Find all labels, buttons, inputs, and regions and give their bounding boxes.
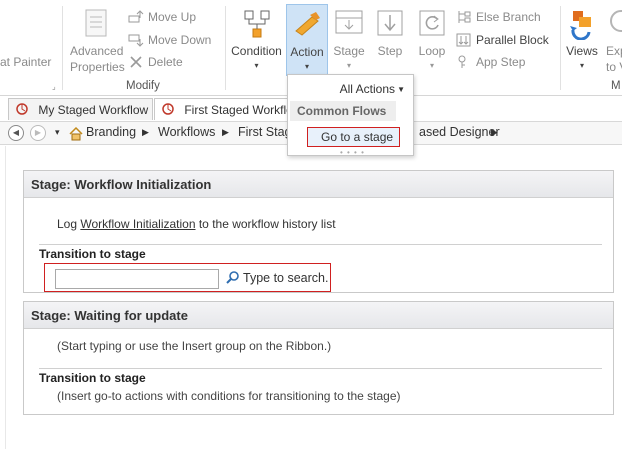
stage-workflow-initialization: Stage: Workflow Initialization Log Workf… — [23, 170, 614, 293]
group-label-partial: M — [611, 80, 621, 92]
chevron-right-icon: ▶ — [142, 127, 149, 137]
tab-first-staged-workflow[interactable]: First Staged Workflo — [154, 98, 294, 120]
delete-icon — [130, 56, 142, 68]
step-button[interactable]: Step — [372, 4, 408, 76]
search-icon[interactable] — [226, 271, 240, 285]
search-frame: Type to search. — [44, 263, 331, 292]
back-button[interactable]: ◀ — [8, 125, 24, 141]
chevron-down-icon: ▾ — [579, 61, 584, 70]
move-up-button[interactable]: Move Up — [128, 8, 196, 26]
move-down-icon — [128, 34, 144, 47]
views-label: Views — [566, 44, 598, 58]
tab-my-staged-workflow[interactable]: My Staged Workflow — [8, 98, 153, 120]
stage-waiting-for-update: Stage: Waiting for update (Start typing … — [23, 301, 614, 415]
advanced-label: Advanced — [70, 44, 124, 58]
views-button[interactable]: Views ▾ — [563, 4, 601, 76]
action-dropdown-menu: All Actions ▼ Common Flows Go to a stage… — [287, 74, 414, 157]
action-icon — [295, 12, 320, 36]
step-label: Step — [377, 44, 403, 58]
stage-title[interactable]: Stage: Workflow Initialization — [24, 171, 613, 198]
group-label-modify: Modify — [126, 80, 160, 92]
export-icon — [610, 10, 622, 32]
action-label: Action — [290, 45, 324, 59]
condition-label: Condition — [231, 44, 282, 58]
all-actions-menu[interactable]: All Actions — [340, 82, 395, 96]
else-branch-icon — [458, 11, 471, 23]
views-icon — [570, 11, 591, 40]
breadcrumb-branding[interactable]: Branding — [86, 125, 136, 139]
chevron-right-icon: ▶ — [222, 127, 229, 137]
parallel-block-button[interactable]: Parallel Block — [456, 31, 549, 49]
format-painter-button[interactable]: at Painter — [0, 55, 51, 69]
chevron-down-icon: ▾ — [346, 61, 351, 70]
step-icon — [377, 10, 403, 36]
advanced-properties-button[interactable]: Advanced Properties — [67, 4, 125, 76]
export-button[interactable]: Exp to V — [603, 4, 622, 76]
log-message-link[interactable]: Workflow Initialization — [80, 217, 195, 231]
caret-down-icon[interactable]: ▼ — [397, 85, 405, 94]
dialog-launcher-icon[interactable]: ⌟ — [52, 82, 56, 91]
breadcrumb-designer[interactable]: ased Designer — [419, 125, 500, 139]
workflow-icon — [162, 103, 174, 115]
forward-button[interactable]: ▶ — [30, 125, 46, 141]
tab-label: First Staged Workflo — [184, 103, 293, 117]
chevron-down-icon: ▾ — [304, 62, 309, 71]
stage-hint[interactable]: (Start typing or use the Insert group on… — [57, 339, 331, 353]
tab-label: My Staged Workflow — [38, 103, 149, 117]
key-icon — [458, 55, 466, 68]
stage-icon — [335, 10, 363, 34]
condition-icon — [244, 10, 269, 38]
export-label-1: Exp — [606, 44, 622, 58]
condition-button[interactable]: Condition ▾ — [228, 4, 285, 76]
stage-title[interactable]: Stage: Waiting for update — [24, 302, 613, 329]
stage-label: Stage — [333, 44, 365, 58]
breadcrumb-workflows[interactable]: Workflows — [158, 125, 215, 139]
chevron-down-icon: ▾ — [254, 61, 259, 70]
loop-button[interactable]: Loop ▾ — [412, 4, 452, 76]
home-icon — [69, 126, 83, 141]
stage-button[interactable]: Stage ▾ — [330, 4, 368, 76]
export-label-2: to V — [606, 60, 622, 74]
search-hint: Type to search. — [243, 271, 329, 285]
log-action[interactable]: Log Workflow Initialization to the workf… — [57, 217, 336, 231]
else-branch-button[interactable]: Else Branch — [456, 8, 541, 26]
transition-hint[interactable]: (Insert go-to actions with conditions fo… — [57, 389, 401, 403]
move-up-icon — [128, 10, 144, 23]
resize-grip-icon[interactable]: • • • • — [340, 148, 365, 157]
transition-label: Transition to stage — [39, 247, 146, 261]
breadcrumb-first-staged[interactable]: First Stag — [238, 125, 292, 139]
chevron-down-icon: ▾ — [429, 61, 434, 70]
delete-button[interactable]: Delete — [128, 53, 183, 71]
action-button[interactable]: Action ▾ — [286, 4, 328, 76]
chevron-down-icon[interactable]: ▾ — [55, 127, 60, 138]
search-input[interactable] — [55, 269, 219, 289]
chevron-right-icon: ▶ — [491, 127, 498, 137]
properties-label: Properties — [70, 60, 125, 74]
properties-icon — [85, 9, 107, 37]
menu-item-go-to-stage[interactable]: Go to a stage — [307, 127, 400, 147]
menu-category-common-flows: Common Flows — [290, 101, 396, 121]
loop-icon — [419, 10, 445, 36]
workflow-icon — [16, 103, 28, 115]
move-down-button[interactable]: Move Down — [128, 31, 211, 49]
loop-label: Loop — [418, 44, 446, 58]
parallel-block-icon — [456, 33, 471, 47]
app-step-button[interactable]: App Step — [456, 53, 525, 71]
transition-label: Transition to stage — [39, 371, 146, 385]
